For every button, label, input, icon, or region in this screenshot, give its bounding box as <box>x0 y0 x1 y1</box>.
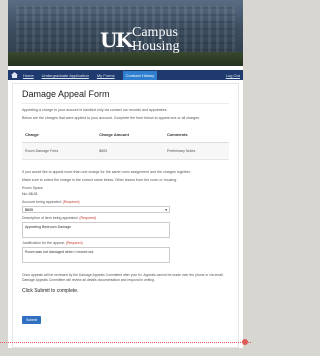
annotation-dot <box>242 339 248 345</box>
review-note: Once appeals will be reviewed by the Dam… <box>22 273 224 282</box>
table-cell-charge: Room Damage Fees <box>22 142 97 160</box>
logo-line1: Campus <box>132 25 178 40</box>
charge-label: Account being appealed: (Required) <box>22 200 229 204</box>
room-label: Room Space <box>22 186 43 190</box>
table-header-comments: Comments <box>163 127 229 143</box>
table-header-row: Charge Charge Amount Comments <box>22 127 229 143</box>
required-marker: (Required) <box>79 216 97 220</box>
table-header-amount: Charge Amount <box>96 127 164 143</box>
info-text: If you would like to appeal more than on… <box>22 170 191 174</box>
logo-text: Campus Housing <box>132 26 179 54</box>
nav-item-undergraduate-application[interactable]: Undergraduate Application <box>42 73 89 78</box>
table-cell-amount: $605 <box>96 142 164 160</box>
annotation-dotted-line <box>0 342 251 343</box>
table-header-charge: Charge <box>22 127 97 143</box>
nav-bar: Home Undergraduate Application My Forms … <box>8 70 243 80</box>
submit-button[interactable]: Submit <box>22 316 42 325</box>
justification-label-text: Justification for the appeal: <box>22 241 65 245</box>
charge-desc-label-text: Description of item being appealed: <box>22 216 79 220</box>
nav-item-my-forms[interactable]: My Forms <box>97 73 115 78</box>
room-value: No: 08-01 <box>22 192 38 196</box>
justification-label: Justification for the appeal: (Required) <box>22 241 229 245</box>
nav-item-home[interactable]: Home <box>23 73 34 78</box>
charge-desc-label: Description of item being appealed: (Req… <box>22 216 229 220</box>
charge-select-value: $605 <box>25 207 33 212</box>
charge-label-text: Account being appealed: <box>22 200 62 204</box>
header-banner: UK Campus Housing <box>8 0 243 66</box>
page: UK Campus Housing Home Undergraduate App… <box>8 0 243 348</box>
justification-field[interactable]: Room was not damaged when I moved out <box>22 247 170 263</box>
divider <box>22 103 229 104</box>
logout-link[interactable]: Log Out <box>226 73 240 78</box>
required-marker: (Required) <box>65 241 83 245</box>
page-title: Damage Appeal Form <box>22 89 110 99</box>
intro-text-2: Below are the charges that were applied … <box>22 116 200 120</box>
intro-text: Appealing a charge to your account is ha… <box>22 108 168 112</box>
logo-line2: Housing <box>132 39 180 54</box>
home-icon[interactable] <box>11 72 18 78</box>
charge-description-field[interactable]: Appealing Bedroom Damage <box>22 222 170 238</box>
uk-logo-icon: UK <box>100 28 133 52</box>
main-content: Damage Appeal Form Appealing a charge to… <box>8 83 243 326</box>
campus-housing-logo[interactable]: UK Campus Housing <box>100 20 240 60</box>
charge-select[interactable]: $605 ▾ <box>22 206 170 213</box>
required-marker: (Required) <box>62 200 80 204</box>
click-submit-text: Click Submit to complete. <box>22 288 79 295</box>
table-row: Room Damage Fees $605 Preliminary Notes <box>22 142 229 160</box>
info-text-2: Make sure to select the charge in the co… <box>22 178 178 182</box>
nav-item-contract-history[interactable]: Contract History <box>122 70 158 80</box>
chevron-down-icon: ▾ <box>165 207 167 212</box>
charges-table: Charge Charge Amount Comments Room Damag… <box>22 127 229 160</box>
table-cell-comments: Preliminary Notes <box>163 142 229 160</box>
